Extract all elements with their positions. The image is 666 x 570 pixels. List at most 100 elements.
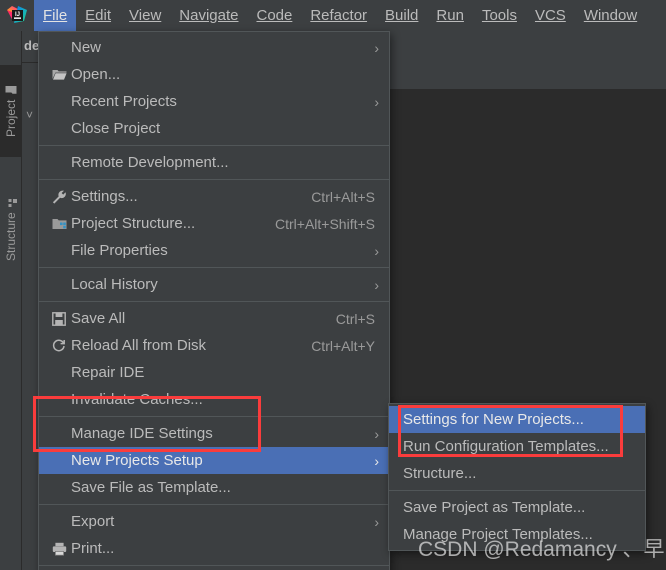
menu-item-shortcut: Ctrl+S [335, 310, 375, 327]
menu-item-label: Recent Projects [71, 93, 177, 110]
chevron-down-icon[interactable]: ˅ [26, 108, 33, 122]
menu-item-close-project[interactable]: Close Project [39, 115, 389, 142]
menubar-item-navigate[interactable]: Navigate [170, 0, 247, 31]
chevron-right-icon: › [374, 425, 379, 442]
new-projects-setup-submenu: Settings for New Projects... Run Configu… [388, 403, 646, 551]
menu-item-label: Manage IDE Settings [71, 425, 213, 442]
menubar-item-label: View [129, 7, 162, 24]
menu-item-label: Repair IDE [71, 364, 145, 381]
menu-item-repair-ide[interactable]: Repair IDE [39, 359, 389, 386]
menubar-item-label: Edit [85, 7, 112, 24]
menubar-item-window[interactable]: Window [575, 0, 646, 31]
file-menu: New › Open... Recent Projects › Close Pr… [38, 31, 390, 570]
menu-separator [39, 145, 389, 146]
menubar-item-label: Code [256, 7, 293, 24]
menu-item-label: Close Project [71, 120, 161, 137]
menu-separator [39, 179, 389, 180]
chevron-right-icon: › [374, 513, 379, 530]
menu-item-file-properties[interactable]: File Properties › [39, 237, 389, 264]
menu-separator [39, 267, 389, 268]
menu-item-label: Export [71, 513, 115, 530]
reload-icon [47, 339, 71, 353]
menubar-item-code[interactable]: Code [247, 0, 301, 31]
menu-separator [389, 490, 645, 491]
menu-item-new[interactable]: New › [39, 34, 389, 61]
menubar-item-label: Navigate [179, 7, 239, 24]
menu-item-shortcut: Ctrl+Alt+S [311, 188, 375, 205]
menu-item-recent-projects[interactable]: Recent Projects › [39, 88, 389, 115]
menu-separator [39, 416, 389, 417]
menu-item-label: New Projects Setup [71, 452, 203, 469]
menubar-item-label: VCS [534, 7, 566, 24]
chevron-right-icon: › [374, 276, 379, 293]
submenu-item-run-configuration-templates[interactable]: Run Configuration Templates... [389, 433, 645, 460]
menu-item-save-all[interactable]: Save All Ctrl+S [39, 305, 389, 332]
menubar-item-label: Window [583, 7, 638, 24]
menubar-item-vcs[interactable]: VCS [526, 0, 575, 31]
menubar-item-build[interactable]: Build [376, 0, 427, 31]
chevron-right-icon: › [374, 39, 379, 56]
open-folder-icon [47, 68, 71, 81]
menubar-item-view[interactable]: View [120, 0, 170, 31]
menu-separator [39, 301, 389, 302]
menubar-item-label: Build [385, 7, 419, 24]
menu-item-open[interactable]: Open... [39, 61, 389, 88]
menu-item-manage-ide-settings[interactable]: Manage IDE Settings › [39, 420, 389, 447]
project-panel-divider [22, 62, 38, 63]
menu-item-label: Invalidate Caches... [71, 391, 203, 408]
ide-window: controller › C WebController › m g [0, 0, 666, 570]
menu-separator [39, 504, 389, 505]
menu-item-export[interactable]: Export › [39, 508, 389, 535]
submenu-item-manage-project-templates[interactable]: Manage Project Templates... [389, 521, 645, 548]
menubar-item-file[interactable]: File [34, 0, 77, 31]
menu-item-reload-all-from-disk[interactable]: Reload All from Disk Ctrl+Alt+Y [39, 332, 389, 359]
menu-item-label: Open... [71, 66, 121, 83]
menu-item-project-structure[interactable]: Project Structure... Ctrl+Alt+Shift+S [39, 210, 389, 237]
printer-icon [47, 542, 71, 556]
menu-item-shortcut: Ctrl+Alt+Y [311, 337, 375, 354]
menu-separator [39, 565, 389, 566]
menu-item-label: Local History [71, 276, 158, 293]
menu-item-settings[interactable]: Settings... Ctrl+Alt+S [39, 183, 389, 210]
submenu-item-settings-for-new-projects[interactable]: Settings for New Projects... [389, 406, 645, 433]
menu-item-new-projects-setup[interactable]: New Projects Setup › [39, 447, 389, 474]
menu-item-label: Save All [71, 310, 126, 327]
sidebar-item-label: Structure [4, 212, 18, 261]
submenu-item-label: Settings for New Projects... [403, 411, 584, 428]
menu-item-remote-development[interactable]: Remote Development... [39, 149, 389, 176]
svg-text:IJ: IJ [15, 12, 20, 18]
sidebar-item-project[interactable]: Project [0, 65, 22, 157]
sidebar-item-structure[interactable]: Structure [0, 179, 22, 279]
chevron-right-icon: › [374, 452, 379, 469]
menu-item-label: Remote Development... [71, 154, 229, 171]
submenu-item-save-project-as-template[interactable]: Save Project as Template... [389, 494, 645, 521]
menu-item-save-file-as-template[interactable]: Save File as Template... [39, 474, 389, 501]
menu-item-label: Settings... [71, 188, 138, 205]
intellij-idea-logo: IJ [0, 0, 34, 31]
menubar-item-run[interactable]: Run [427, 0, 473, 31]
menu-item-label: Save File as Template... [71, 479, 231, 496]
menu-item-invalidate-caches[interactable]: Invalidate Caches... [39, 386, 389, 413]
sidebar-item-label: Project [4, 99, 18, 138]
menubar-item-refactor[interactable]: Refactor [301, 0, 376, 31]
menubar-item-label: Refactor [310, 7, 368, 24]
menu-item-local-history[interactable]: Local History › [39, 271, 389, 298]
project-structure-icon [47, 217, 71, 230]
submenu-item-label: Save Project as Template... [403, 499, 586, 516]
menu-bar: IJ File Edit View Navigate Code Refactor… [0, 0, 666, 31]
menu-item-print[interactable]: Print... [39, 535, 389, 562]
structure-icon [4, 197, 18, 208]
menu-item-label: File Properties [71, 242, 168, 259]
menu-item-label: Reload All from Disk [71, 337, 207, 354]
menubar-item-label: File [43, 7, 68, 24]
menu-item-shortcut: Ctrl+Alt+Shift+S [275, 215, 375, 232]
menubar-item-label: Run [436, 7, 464, 24]
submenu-item-structure[interactable]: Structure... [389, 460, 645, 487]
menubar-item-edit[interactable]: Edit [76, 0, 120, 31]
menubar-item-tools[interactable]: Tools [473, 0, 526, 31]
menu-item-label: Project Structure... [71, 215, 196, 232]
menu-item-label: Print... [71, 540, 115, 557]
submenu-item-label: Structure... [403, 465, 477, 482]
submenu-item-label: Manage Project Templates... [403, 526, 593, 543]
chevron-right-icon: › [374, 242, 379, 259]
